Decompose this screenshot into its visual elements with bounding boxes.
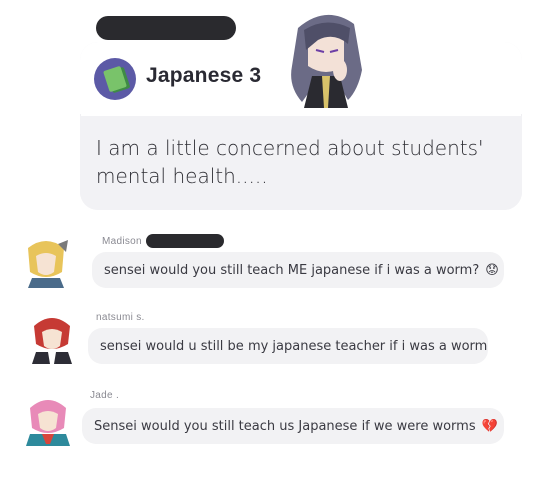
comment-bubble: sensei would you still teach ME japanese… bbox=[92, 252, 504, 288]
redacted-name-bar bbox=[96, 16, 236, 40]
comment-author[interactable]: Jade . bbox=[90, 390, 119, 401]
comment-text: Sensei would you still teach us Japanese… bbox=[94, 418, 476, 434]
comment-text: sensei would u still be my japanese teac… bbox=[100, 338, 488, 354]
worried-face-emoji: 😟 bbox=[485, 262, 499, 278]
book-icon bbox=[103, 65, 127, 93]
post-body: I am a little concerned about students' … bbox=[80, 116, 522, 210]
post-text: I am a little concerned about students' … bbox=[96, 136, 484, 188]
broken-heart-emoji: 💔 bbox=[481, 418, 498, 434]
teacher-avatar bbox=[278, 10, 374, 108]
class-title[interactable]: Japanese 3 bbox=[146, 64, 261, 88]
comment-bubble: sensei would u still be my japanese teac… bbox=[88, 328, 488, 364]
class-icon[interactable] bbox=[94, 58, 136, 100]
comment-author[interactable]: Madison bbox=[102, 236, 142, 247]
commenter-avatar-jade bbox=[26, 400, 70, 446]
comment-text: sensei would you still teach ME japanese… bbox=[104, 262, 480, 278]
comment-author[interactable]: natsumi s. bbox=[96, 312, 145, 323]
redacted-name-bar bbox=[146, 234, 224, 248]
commenter-avatar-natsumi bbox=[32, 318, 72, 364]
comment-bubble: Sensei would you still teach us Japanese… bbox=[82, 408, 504, 444]
commenter-avatar-madison bbox=[28, 240, 68, 288]
